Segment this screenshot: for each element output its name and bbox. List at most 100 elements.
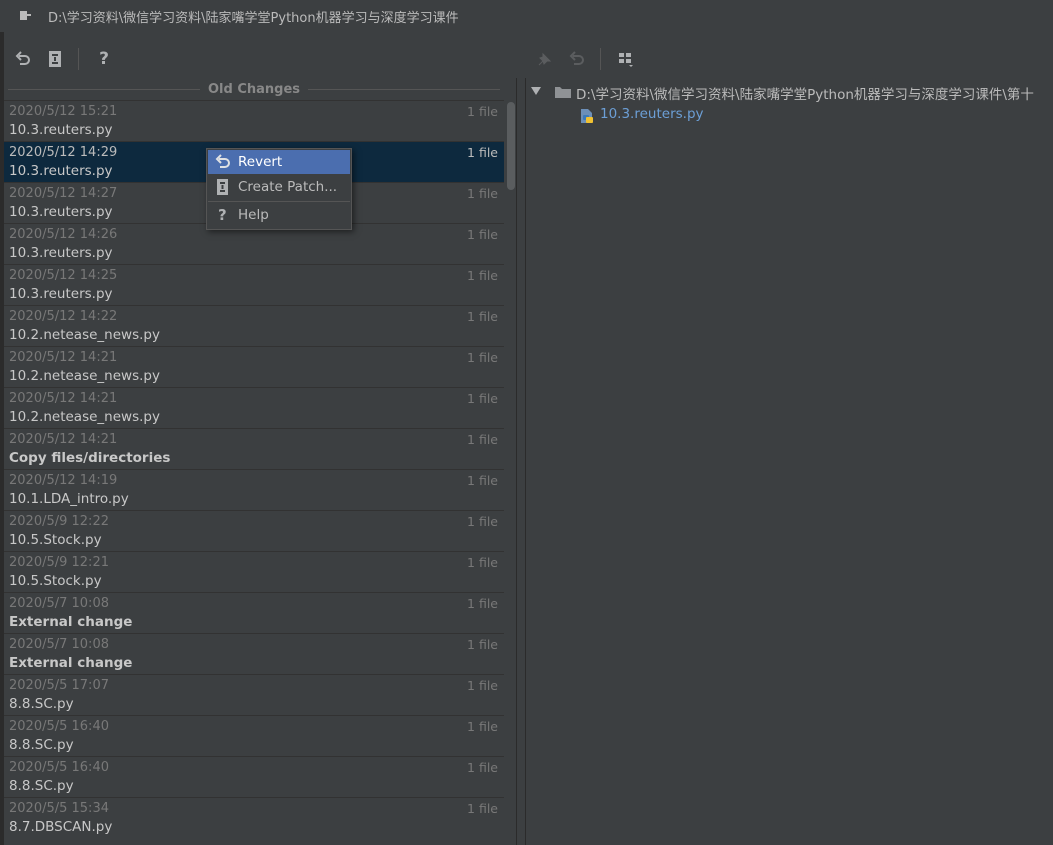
menu-item-label: Create Patch... [238, 179, 338, 195]
history-row[interactable]: 2020/5/5 17:07 1 file 8.8.SC.py [4, 674, 504, 715]
change-name: 10.2.netease_news.py [9, 368, 160, 384]
change-name: 8.8.SC.py [9, 696, 74, 712]
file-count: 1 file [467, 514, 498, 529]
change-date: 2020/5/12 15:21 [9, 104, 118, 119]
change-name: 10.5.Stock.py [9, 573, 102, 589]
file-count: 1 file [467, 473, 498, 488]
revert-icon [15, 51, 30, 65]
change-date: 2020/5/12 14:22 [9, 309, 118, 324]
change-name: Copy files/directories [9, 450, 171, 466]
file-count: 1 file [467, 309, 498, 324]
history-scrollbar[interactable] [507, 100, 515, 845]
header-line [308, 88, 500, 90]
file-count: 1 file [467, 350, 498, 365]
change-date: 2020/5/9 12:22 [9, 514, 109, 529]
toolbar-separator [600, 48, 601, 70]
change-name: 8.8.SC.py [9, 737, 74, 753]
group-by-icon [619, 53, 633, 67]
change-name: 10.3.reuters.py [9, 245, 113, 261]
app-icon [20, 11, 31, 20]
file-count: 1 file [467, 760, 498, 775]
file-count: 1 file [467, 391, 498, 406]
change-date: 2020/5/7 10:08 [9, 596, 109, 611]
change-name: 10.3.reuters.py [9, 122, 113, 138]
menu-item-label: Help [238, 207, 269, 223]
file-count: 1 file [467, 596, 498, 611]
tree-file-name: 10.3.reuters.py [600, 106, 704, 122]
file-count: 1 file [467, 678, 498, 693]
change-date: 2020/5/9 12:21 [9, 555, 109, 570]
history-row[interactable]: 2020/5/12 14:19 1 file 10.1.LDA_intro.py [4, 469, 504, 510]
revert-selected-button[interactable] [564, 46, 590, 72]
help-icon: ? [99, 49, 109, 69]
file-count: 1 file [467, 432, 498, 447]
change-name: 10.3.reuters.py [9, 163, 113, 179]
change-name: 10.3.reuters.py [9, 286, 113, 302]
history-row[interactable]: 2020/5/12 14:25 1 file 10.3.reuters.py [4, 264, 504, 305]
menu-item-revert[interactable]: Revert [208, 150, 350, 174]
group-by-button[interactable] [613, 46, 639, 72]
change-date: 2020/5/12 14:19 [9, 473, 118, 488]
file-count: 1 file [467, 227, 498, 242]
tree-root-path: D:\学习资料\微信学习资料\陆家嘴学堂Python机器学习与深度学习课件\第十 [576, 87, 1034, 102]
revert-icon [215, 154, 230, 168]
menu-item-label: Revert [238, 154, 283, 170]
history-row[interactable]: 2020/5/12 14:21 1 file Copy files/director… [4, 428, 504, 469]
expand-arrow-icon[interactable] [530, 85, 542, 97]
menu-separator [208, 201, 350, 202]
help-button[interactable]: ? [91, 46, 117, 72]
change-date: 2020/5/12 14:21 [9, 432, 118, 447]
change-name: 8.8.SC.py [9, 778, 74, 794]
change-name: 10.1.LDA_intro.py [9, 491, 129, 507]
menu-item-help[interactable]: ? Help [208, 203, 350, 227]
history-row[interactable]: 2020/5/7 10:08 1 file External change [4, 592, 504, 633]
tree-root-node[interactable]: D:\学习资料\微信学习资料\陆家嘴学堂Python机器学习与深度学习课件\第十 [526, 82, 1053, 102]
pin-icon [538, 52, 552, 66]
scrollbar-thumb[interactable] [507, 102, 515, 190]
file-count: 1 file [467, 719, 498, 734]
change-name: External change [9, 614, 133, 630]
history-row[interactable]: 2020/5/12 15:21 1 file 10.3.reuters.py [4, 100, 504, 141]
file-count: 1 file [467, 637, 498, 652]
change-name: 10.3.reuters.py [9, 204, 113, 220]
history-row[interactable]: 2020/5/7 10:08 1 file External change [4, 633, 504, 674]
change-date: 2020/5/12 14:25 [9, 268, 118, 283]
history-row[interactable]: 2020/5/9 12:21 1 file 10.5.Stock.py [4, 551, 504, 592]
file-count: 1 file [467, 104, 498, 119]
menu-item-create-patch[interactable]: Create Patch... [208, 175, 350, 199]
revert-icon [569, 51, 584, 65]
change-date: 2020/5/12 14:29 [9, 145, 118, 160]
header-line [8, 88, 200, 90]
diff-toolbar [526, 40, 1053, 78]
window-title: D:\学习资料\微信学习资料\陆家嘴学堂Python机器学习与深度学习课件 [48, 11, 459, 26]
create-patch-icon [217, 179, 228, 195]
history-row[interactable]: 2020/5/12 14:21 1 file 10.2.netease_news.p… [4, 387, 504, 428]
change-date: 2020/5/5 17:07 [9, 678, 109, 693]
file-count: 1 file [467, 801, 498, 816]
change-date: 2020/5/5 16:40 [9, 760, 109, 775]
change-name: 10.5.Stock.py [9, 532, 102, 548]
change-name: 10.2.netease_news.py [9, 327, 160, 343]
history-row[interactable]: 2020/5/5 16:40 1 file 8.8.SC.py [4, 756, 504, 797]
python-file-icon [581, 109, 593, 123]
history-row[interactable]: 2020/5/9 12:22 1 file 10.5.Stock.py [4, 510, 504, 551]
pin-button[interactable] [532, 46, 558, 72]
create-patch-button[interactable] [42, 46, 68, 72]
change-date: 2020/5/12 14:26 [9, 227, 118, 242]
history-row[interactable]: 2020/5/5 15:34 1 file 8.7.DBSCAN.py [4, 797, 504, 838]
change-date: 2020/5/5 16:40 [9, 719, 109, 734]
change-date: 2020/5/5 15:34 [9, 801, 109, 816]
changes-panel: D:\学习资料\微信学习资料\陆家嘴学堂Python机器学习与深度学习课件\第十… [525, 78, 1053, 845]
history-row[interactable]: 2020/5/12 14:22 1 file 10.2.netease_news.p… [4, 305, 504, 346]
context-menu: Revert Create Patch... ? Help [206, 148, 352, 230]
old-changes-header: Old Changes [4, 78, 504, 100]
history-row[interactable]: 2020/5/5 16:40 1 file 8.8.SC.py [4, 715, 504, 756]
history-row[interactable]: 2020/5/12 14:21 1 file 10.2.netease_news.p… [4, 346, 504, 387]
file-count: 1 file [467, 268, 498, 283]
change-name: 10.2.netease_news.py [9, 409, 160, 425]
file-count: 1 file [467, 186, 498, 201]
revert-button[interactable] [10, 46, 36, 72]
change-date: 2020/5/7 10:08 [9, 637, 109, 652]
folder-icon [555, 87, 571, 98]
help-icon: ? [218, 206, 227, 224]
